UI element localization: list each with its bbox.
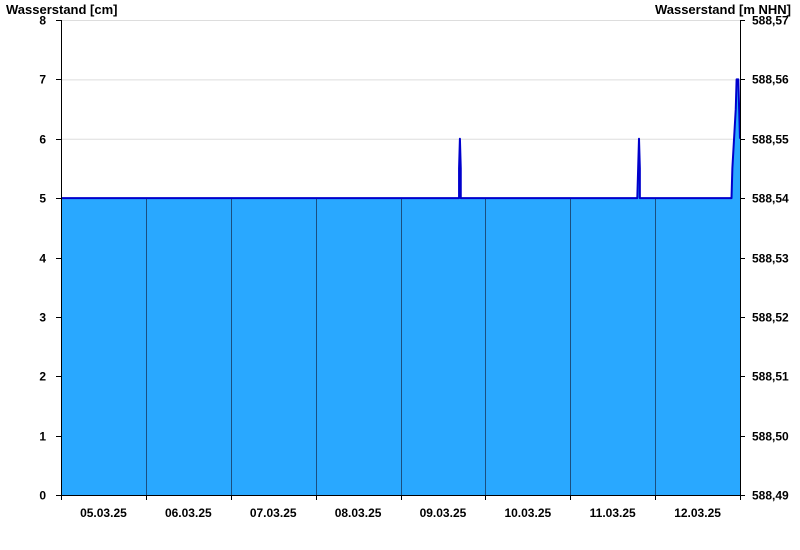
left-y-tick-label: 6	[39, 133, 46, 147]
left-y-tick-label: 3	[39, 311, 46, 325]
right-y-tick-label: 588,55	[752, 133, 789, 147]
right-y-tick-label: 588,57	[752, 14, 789, 28]
x-tick-label: 09.03.25	[420, 506, 467, 520]
x-tick-label: 08.03.25	[335, 506, 382, 520]
left-y-tick-label: 4	[39, 252, 46, 266]
right-y-tick-label: 588,54	[752, 192, 789, 206]
left-y-tick-label: 7	[39, 73, 46, 87]
x-tick-label: 10.03.25	[504, 506, 551, 520]
left-y-tick-label: 1	[39, 430, 46, 444]
left-y-tick-label: 2	[39, 370, 46, 384]
x-tick-label: 07.03.25	[250, 506, 297, 520]
water-level-chart: Wasserstand [cm] Wasserstand [m NHN] 0 58…	[6, 2, 791, 520]
x-tick-label: 11.03.25	[590, 506, 636, 520]
left-y-tick-label: 8	[39, 14, 46, 28]
left-y-tick-label: 5	[39, 192, 46, 206]
x-tick-label: 06.03.25	[165, 506, 212, 520]
right-y-tick-label: 588,49	[752, 489, 789, 503]
plot-area	[61, 78, 741, 495]
right-y-tick-label: 588,51	[752, 370, 789, 384]
left-y-tick-label: 0	[39, 489, 46, 503]
x-tick-label: 12.03.25	[674, 506, 721, 520]
right-y-tick-label: 588,53	[752, 252, 789, 266]
right-y-tick-label: 588,50	[752, 430, 789, 444]
right-y-tick-label: 588,52	[752, 311, 789, 325]
right-y-tick-label: 588,56	[752, 73, 789, 87]
left-axis-title: Wasserstand [cm]	[6, 2, 118, 17]
x-tick-label: 05.03.25	[80, 506, 127, 520]
